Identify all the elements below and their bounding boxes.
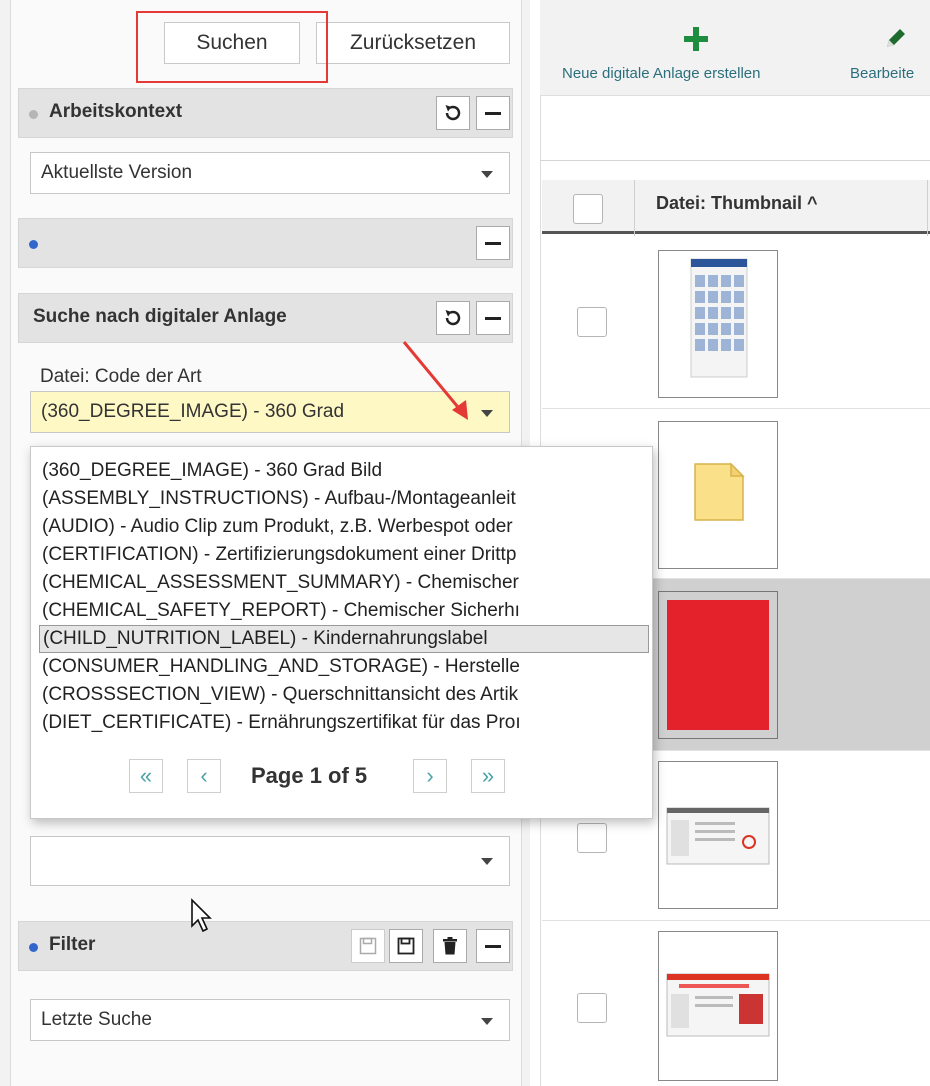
column-divider xyxy=(634,180,635,236)
reset-button[interactable]: Zurücksetzen xyxy=(316,22,510,64)
thumbnail-web-screenshot-red xyxy=(658,931,778,1081)
thumbnail-file xyxy=(658,421,778,569)
grid-toolbar: Neue digitale Anlage erstellen Bearbeite xyxy=(540,0,930,96)
mouse-cursor-icon xyxy=(191,898,212,933)
row-checkbox[interactable] xyxy=(577,993,607,1023)
work-context-value: Aktuellste Version xyxy=(41,162,193,183)
filter-header: Filter xyxy=(18,921,513,971)
asset-search-title: Suche nach digitaler Anlage xyxy=(33,306,287,327)
floppy-disk-icon xyxy=(359,937,377,955)
red-image xyxy=(667,600,769,730)
section-dot-icon xyxy=(29,110,38,119)
dropdown-option[interactable]: (CROSSSECTION_VIEW) - Querschnittansicht… xyxy=(39,681,649,709)
previous-page-button[interactable]: ‹ xyxy=(187,759,221,793)
dropdown-option[interactable]: (CHEMICAL_SAFETY_REPORT) - Chemischer Si… xyxy=(39,597,649,625)
section-dot-icon xyxy=(29,240,38,249)
dropdown-pager: « ‹ Page 1 of 5 › » xyxy=(129,759,509,795)
refresh-icon xyxy=(445,105,461,121)
blank-section-header xyxy=(18,218,513,268)
first-page-button[interactable]: « xyxy=(129,759,163,793)
save-filter-button-disabled[interactable] xyxy=(351,929,385,963)
web-screenshot-red-image xyxy=(666,973,770,1037)
row-checkbox[interactable] xyxy=(577,307,607,337)
pencil-icon[interactable] xyxy=(884,26,908,50)
column-divider xyxy=(927,180,928,236)
minus-icon xyxy=(485,317,501,320)
file-type-code-value: (360_DEGREE_IMAGE) - 360 Grad xyxy=(41,401,345,422)
collapse-section-button[interactable] xyxy=(476,96,510,130)
reset-section-button[interactable] xyxy=(436,301,470,335)
asset-search-header: Suche nach digitaler Anlage xyxy=(18,293,513,343)
dropdown-option[interactable]: (AUDIO) - Audio Clip zum Produkt, z.B. W… xyxy=(39,513,649,541)
select-all-checkbox[interactable] xyxy=(573,194,603,224)
work-context-title: Arbeitskontext xyxy=(49,101,183,122)
secondary-select[interactable] xyxy=(30,836,510,886)
work-context-select[interactable]: Aktuellste Version xyxy=(30,152,510,194)
collapse-section-button[interactable] xyxy=(476,301,510,335)
collapse-section-button[interactable] xyxy=(476,226,510,260)
dropdown-option[interactable]: (ASSEMBLY_INSTRUCTIONS) - Aufbau-/Montag… xyxy=(39,485,649,513)
dropdown-option[interactable]: (CERTIFICATION) - Zertifizierungsdokumen… xyxy=(39,541,649,569)
plus-icon[interactable] xyxy=(683,26,709,52)
reset-section-button[interactable] xyxy=(436,96,470,130)
dropdown-option[interactable]: (CHILD_NUTRITION_LABEL) - Kindernahrungs… xyxy=(39,625,649,653)
file-icon xyxy=(694,462,745,521)
thumbnail-web-screenshot xyxy=(658,761,778,909)
save-filter-button[interactable] xyxy=(389,929,423,963)
thumbnail-document-screenshot xyxy=(658,250,778,398)
trash-icon xyxy=(443,937,457,955)
last-page-button[interactable]: » xyxy=(471,759,505,793)
chevron-down-icon xyxy=(481,171,493,178)
minus-icon xyxy=(485,242,501,245)
annotation-highlight-box xyxy=(136,11,328,83)
toolbar-separator xyxy=(540,160,930,161)
thumbnail-red-image xyxy=(658,591,778,739)
page-indicator: Page 1 of 5 xyxy=(251,763,368,788)
dropdown-option[interactable]: (CHEMICAL_ASSESSMENT_SUMMARY) - Chemisch… xyxy=(39,569,649,597)
work-context-header: Arbeitskontext xyxy=(18,88,513,138)
chevron-down-icon[interactable] xyxy=(481,410,493,417)
dropdown-option[interactable]: (CONSUMER_HANDLING_AND_STORAGE) - Herste… xyxy=(39,653,649,681)
section-dot-icon xyxy=(29,943,38,952)
code-dropdown-popup: (360_DEGREE_IMAGE) - 360 Grad Bild (ASSEM… xyxy=(30,446,653,819)
web-screenshot-image xyxy=(666,807,770,865)
dropdown-options: (360_DEGREE_IMAGE) - 360 Grad Bild (ASSEM… xyxy=(39,457,649,737)
collapse-section-button[interactable] xyxy=(476,929,510,963)
dropdown-option[interactable]: (360_DEGREE_IMAGE) - 360 Grad Bild xyxy=(39,457,649,485)
new-asset-button-label[interactable]: Neue digitale Anlage erstellen xyxy=(562,65,760,82)
minus-icon xyxy=(485,945,501,948)
filter-select[interactable]: Letzte Suche xyxy=(30,999,510,1041)
dropdown-option[interactable]: (DIET_CERTIFICATE) - Ernährungszertifika… xyxy=(39,709,649,737)
filter-select-value: Letzte Suche xyxy=(41,1009,152,1030)
floppy-disk-icon xyxy=(397,937,415,955)
chevron-down-icon xyxy=(481,858,493,865)
refresh-icon xyxy=(445,310,461,326)
delete-filter-button[interactable] xyxy=(433,929,467,963)
filter-title: Filter xyxy=(49,934,96,955)
edit-button-label[interactable]: Bearbeite xyxy=(850,65,914,82)
annotation-arrow-icon xyxy=(402,341,468,420)
minus-icon xyxy=(485,112,501,115)
thumbnail-column-header[interactable]: Datei: Thumbnail ^ xyxy=(656,193,818,214)
next-page-button[interactable]: › xyxy=(413,759,447,793)
document-screenshot-image xyxy=(690,258,748,378)
row-checkbox[interactable] xyxy=(577,823,607,853)
chevron-down-icon xyxy=(481,1018,493,1025)
file-type-code-label: Datei: Code der Art xyxy=(40,366,202,387)
